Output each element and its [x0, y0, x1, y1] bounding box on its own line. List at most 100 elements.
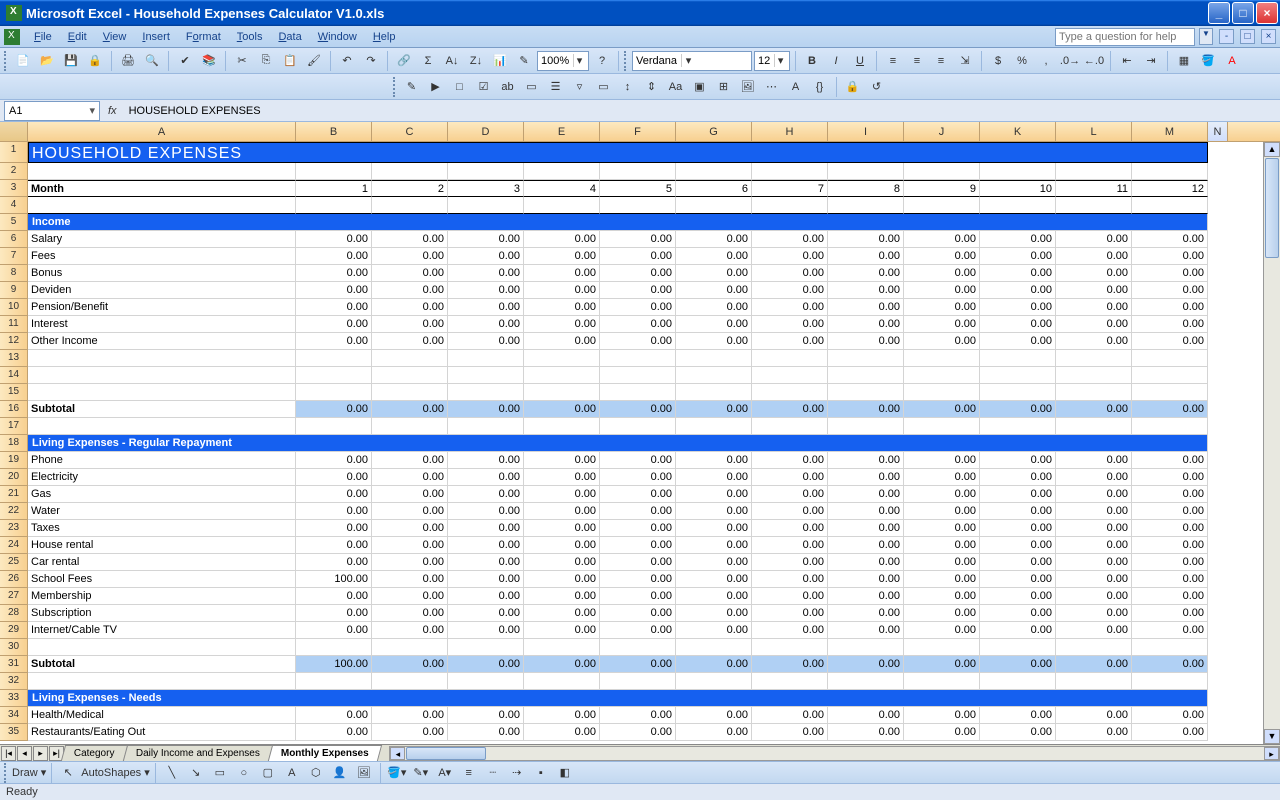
cell[interactable]: 0.00 [676, 707, 752, 724]
cell[interactable]: 0.00 [524, 299, 600, 316]
row-header[interactable]: 13 [0, 350, 28, 367]
row-header[interactable]: 35 [0, 724, 28, 741]
cell[interactable] [448, 384, 524, 401]
cell[interactable]: 0.00 [980, 265, 1056, 282]
cell[interactable]: 0.00 [372, 401, 448, 418]
new-icon[interactable]: 📄 [12, 50, 34, 72]
research-icon[interactable]: 📚 [198, 50, 220, 72]
cell[interactable]: 0.00 [524, 282, 600, 299]
row-header[interactable]: 2 [0, 163, 28, 180]
cell[interactable]: 0.00 [828, 622, 904, 639]
cell[interactable]: 0.00 [980, 299, 1056, 316]
cell[interactable]: 0.00 [1132, 503, 1208, 520]
form-label-icon[interactable]: Aa [665, 76, 687, 98]
row-header[interactable]: 28 [0, 605, 28, 622]
cell[interactable]: 0.00 [524, 486, 600, 503]
row-header[interactable]: 7 [0, 248, 28, 265]
cell[interactable]: 0.00 [372, 520, 448, 537]
cell[interactable]: 0.00 [448, 486, 524, 503]
cell[interactable] [980, 418, 1056, 435]
cell[interactable] [372, 350, 448, 367]
cell[interactable]: 0.00 [524, 248, 600, 265]
form-spin-icon[interactable]: ↕ [617, 76, 639, 98]
col-header-M[interactable]: M [1132, 122, 1208, 141]
cell[interactable]: 0.00 [1056, 401, 1132, 418]
cell[interactable]: 0.00 [752, 571, 828, 588]
cell[interactable] [1132, 350, 1208, 367]
cell[interactable] [600, 197, 676, 214]
cell[interactable]: 0.00 [372, 622, 448, 639]
cell[interactable]: 0.00 [600, 554, 676, 571]
cell[interactable]: 0.00 [904, 486, 980, 503]
cell[interactable]: 0.00 [980, 333, 1056, 350]
cell[interactable]: 0.00 [296, 554, 372, 571]
fill-color-icon[interactable]: 🪣 [1197, 50, 1219, 72]
cell[interactable]: 0.00 [524, 622, 600, 639]
cell[interactable] [372, 163, 448, 180]
col-header-F[interactable]: F [600, 122, 676, 141]
row-header[interactable]: 23 [0, 520, 28, 537]
cell[interactable]: 0.00 [1132, 588, 1208, 605]
form-prop-icon[interactable]: A [785, 76, 807, 98]
cell[interactable]: 0.00 [904, 520, 980, 537]
cell[interactable]: 0.00 [372, 333, 448, 350]
dash-style-icon[interactable]: ┈ [482, 762, 504, 784]
cell[interactable]: 0.00 [600, 605, 676, 622]
row-header[interactable]: 6 [0, 231, 28, 248]
undo-icon[interactable]: ↶ [336, 50, 358, 72]
cell[interactable] [600, 673, 676, 690]
copy-icon[interactable]: ⎘ [255, 50, 277, 72]
cell[interactable]: 5 [600, 180, 676, 197]
cell[interactable] [676, 197, 752, 214]
cell[interactable]: 0.00 [448, 231, 524, 248]
cell[interactable] [828, 673, 904, 690]
form-more-icon[interactable]: ⋯ [761, 76, 783, 98]
cell[interactable]: 0.00 [752, 622, 828, 639]
row-header[interactable]: 8 [0, 265, 28, 282]
currency-icon[interactable]: $ [987, 50, 1009, 72]
cell[interactable]: 0.00 [980, 656, 1056, 673]
cell[interactable] [296, 418, 372, 435]
cell[interactable] [448, 639, 524, 656]
cell[interactable]: 0.00 [904, 452, 980, 469]
cell[interactable]: Living Expenses - Needs [28, 690, 1208, 707]
cell[interactable] [904, 418, 980, 435]
cell[interactable]: 0.00 [1132, 707, 1208, 724]
spelling-icon[interactable]: ✔ [174, 50, 196, 72]
cell[interactable]: 0.00 [904, 537, 980, 554]
cell[interactable] [524, 384, 600, 401]
cell[interactable]: 0.00 [904, 571, 980, 588]
cell[interactable] [1056, 418, 1132, 435]
cell[interactable]: 0.00 [372, 724, 448, 741]
form-dropdown-icon[interactable]: ▭ [521, 76, 543, 98]
cell[interactable]: 0.00 [1056, 605, 1132, 622]
cell[interactable] [980, 384, 1056, 401]
cell[interactable]: Pension/Benefit [28, 299, 296, 316]
cell[interactable]: Other Income [28, 333, 296, 350]
cell[interactable]: 0.00 [828, 333, 904, 350]
cell[interactable]: 0.00 [524, 554, 600, 571]
cell[interactable] [28, 163, 296, 180]
cell[interactable]: 0.00 [524, 571, 600, 588]
cell[interactable]: 0.00 [980, 231, 1056, 248]
cell[interactable]: 0.00 [980, 282, 1056, 299]
form-check-icon[interactable]: ☑ [473, 76, 495, 98]
toolbar-handle[interactable] [4, 51, 8, 71]
cell[interactable]: 0.00 [980, 486, 1056, 503]
cell[interactable]: Membership [28, 588, 296, 605]
cell[interactable]: 0.00 [828, 571, 904, 588]
scroll-right-icon[interactable]: ▸ [1264, 747, 1279, 760]
cell[interactable]: 0.00 [752, 520, 828, 537]
cell[interactable]: 0.00 [600, 282, 676, 299]
cell[interactable] [828, 418, 904, 435]
clipart-icon[interactable]: 👤 [329, 762, 351, 784]
cell[interactable] [752, 639, 828, 656]
row-header[interactable]: 33 [0, 690, 28, 707]
cell[interactable]: 0.00 [828, 554, 904, 571]
bold-icon[interactable]: B [801, 50, 823, 72]
col-header-D[interactable]: D [448, 122, 524, 141]
cell[interactable] [524, 163, 600, 180]
cell[interactable]: 0.00 [676, 282, 752, 299]
permission-icon[interactable]: 🔒 [84, 50, 106, 72]
cell[interactable]: 0.00 [1056, 299, 1132, 316]
